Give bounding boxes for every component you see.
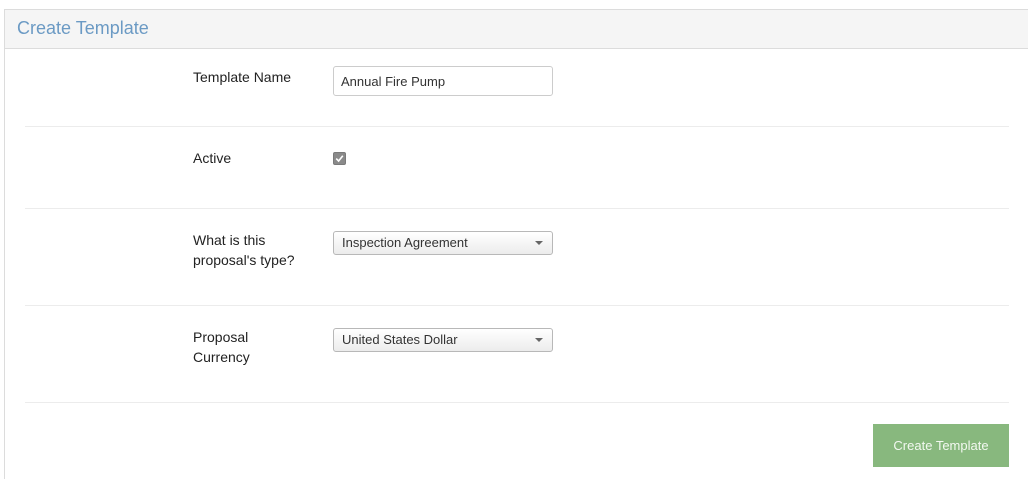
- caret-down-icon: [535, 241, 543, 245]
- create-template-button[interactable]: Create Template: [873, 424, 1009, 467]
- create-template-panel: Create Template Template Name Active Wha…: [4, 9, 1028, 479]
- checkmark-icon: [335, 155, 344, 163]
- template-name-input[interactable]: [333, 66, 553, 96]
- divider: [25, 305, 1009, 306]
- currency-label-line1: Proposal: [193, 329, 249, 345]
- caret-down-icon: [535, 338, 543, 342]
- active-label: Active: [193, 150, 232, 166]
- currency-selected-value: United States Dollar: [342, 332, 458, 347]
- currency-label-line2: Currency: [193, 349, 250, 365]
- currency-select[interactable]: United States Dollar: [333, 328, 553, 352]
- divider: [25, 208, 1009, 209]
- template-name-label: Template Name: [193, 69, 292, 85]
- panel-header: Create Template: [5, 10, 1028, 49]
- active-checkbox[interactable]: [333, 152, 346, 165]
- panel-title: Create Template: [17, 18, 149, 38]
- divider: [25, 402, 1009, 403]
- proposal-type-label-line2: proposal's type?: [193, 252, 295, 268]
- divider: [25, 126, 1009, 127]
- proposal-type-select[interactable]: Inspection Agreement: [333, 231, 553, 255]
- proposal-type-selected-value: Inspection Agreement: [342, 235, 468, 250]
- proposal-type-label-line1: What is this: [193, 232, 266, 248]
